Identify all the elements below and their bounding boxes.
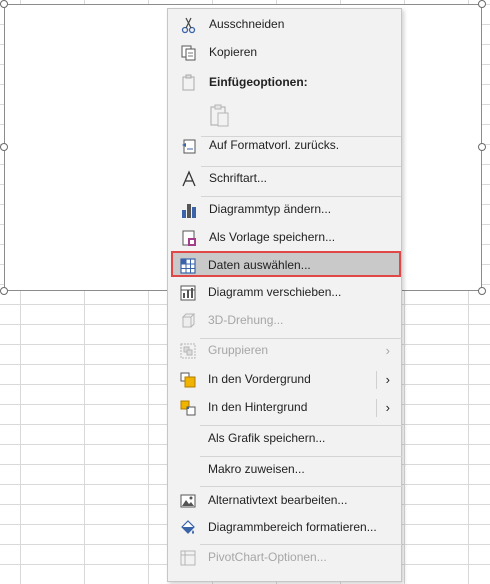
menu-label-change-chart-type: Diagrammtyp ändern... [209, 202, 332, 216]
menu-label-move-chart: Diagramm verschieben... [208, 285, 342, 299]
menu-label-format-chart-area: Diagrammbereich formatieren... [208, 520, 377, 534]
paste-clipboard-icon [210, 104, 229, 127]
menu-item-select-data[interactable]: Daten auswählen... [167, 253, 400, 279]
copy-icon [181, 45, 196, 61]
menu-label-font: Schriftart... [209, 171, 268, 185]
data-grid-icon [180, 258, 196, 274]
resize-handle-left[interactable] [0, 143, 8, 151]
alt-text-icon [180, 494, 196, 508]
menu-label-send-to-back: In den Hintergrund [208, 400, 308, 414]
menu-item-font[interactable]: Schriftart... [168, 166, 401, 192]
submenu-divider [376, 399, 377, 417]
menu-label-paste-options: Einfügeoptionen: [209, 75, 308, 89]
menu-item-move-chart[interactable]: Diagramm verschieben... [167, 280, 400, 306]
bar-chart-icon [182, 204, 196, 218]
menu-item-copy[interactable]: Kopieren [168, 40, 401, 66]
menu-label-copy: Kopieren [209, 45, 258, 59]
menu-item-bring-to-front[interactable]: In den Vordergrund › [167, 367, 400, 393]
send-back-icon [180, 400, 196, 416]
move-chart-icon [180, 285, 196, 301]
menu-item-save-as-picture[interactable]: Als Grafik speichern... [167, 426, 400, 452]
template-icon [182, 230, 196, 246]
font-icon [182, 170, 196, 187]
menu-label-reset-style: Auf Formatvorl. zurücks. [209, 138, 340, 152]
menu-label-assign-macro: Makro zuweisen... [208, 462, 305, 476]
menu-label-save-as-template: Als Vorlage speichern... [209, 230, 336, 244]
bring-front-icon [180, 372, 196, 388]
menu-label-cut: Ausschneiden [209, 17, 285, 31]
menu-item-format-chart-area[interactable]: Diagrammbereich formatieren... [167, 515, 400, 541]
menu-item-change-chart-type[interactable]: Diagrammtyp ändern... [168, 197, 401, 223]
menu-item-send-to-back[interactable]: In den Hintergrund › [167, 395, 400, 421]
resize-handle-top-right[interactable] [478, 0, 486, 8]
resize-handle-bottom-right[interactable] [478, 287, 486, 295]
menu-label-select-data: Daten auswählen... [208, 258, 311, 272]
paste-option-button[interactable] [168, 102, 401, 132]
resize-handle-top-left[interactable] [0, 0, 8, 8]
submenu-divider [376, 371, 377, 389]
resize-handle-right[interactable] [478, 143, 486, 151]
menu-label-bring-to-front: In den Vordergrund [208, 372, 311, 386]
menu-item-assign-macro[interactable]: Makro zuweisen... [167, 457, 400, 483]
menu-item-reset-style[interactable]: Auf Formatvorl. zurücks. [168, 133, 401, 159]
chevron-right-icon[interactable]: › [386, 372, 390, 387]
menu-item-save-as-template[interactable]: Als Vorlage speichern... [168, 225, 401, 251]
clipboard-icon [182, 74, 195, 91]
scissors-icon [181, 17, 196, 34]
menu-item-paste-options: Einfügeoptionen: [168, 70, 401, 96]
menu-label-save-as-picture: Als Grafik speichern... [208, 431, 326, 445]
menu-label-edit-alt-text: Alternativtext bearbeiten... [208, 493, 348, 507]
resize-handle-bottom-left[interactable] [0, 287, 8, 295]
menu-item-cut[interactable]: Ausschneiden [168, 12, 401, 38]
reset-style-icon [182, 139, 196, 154]
chevron-right-icon[interactable]: › [386, 400, 390, 415]
menu-item-edit-alt-text[interactable]: Alternativtext bearbeiten... [167, 488, 400, 514]
paint-bucket-icon [181, 520, 195, 534]
